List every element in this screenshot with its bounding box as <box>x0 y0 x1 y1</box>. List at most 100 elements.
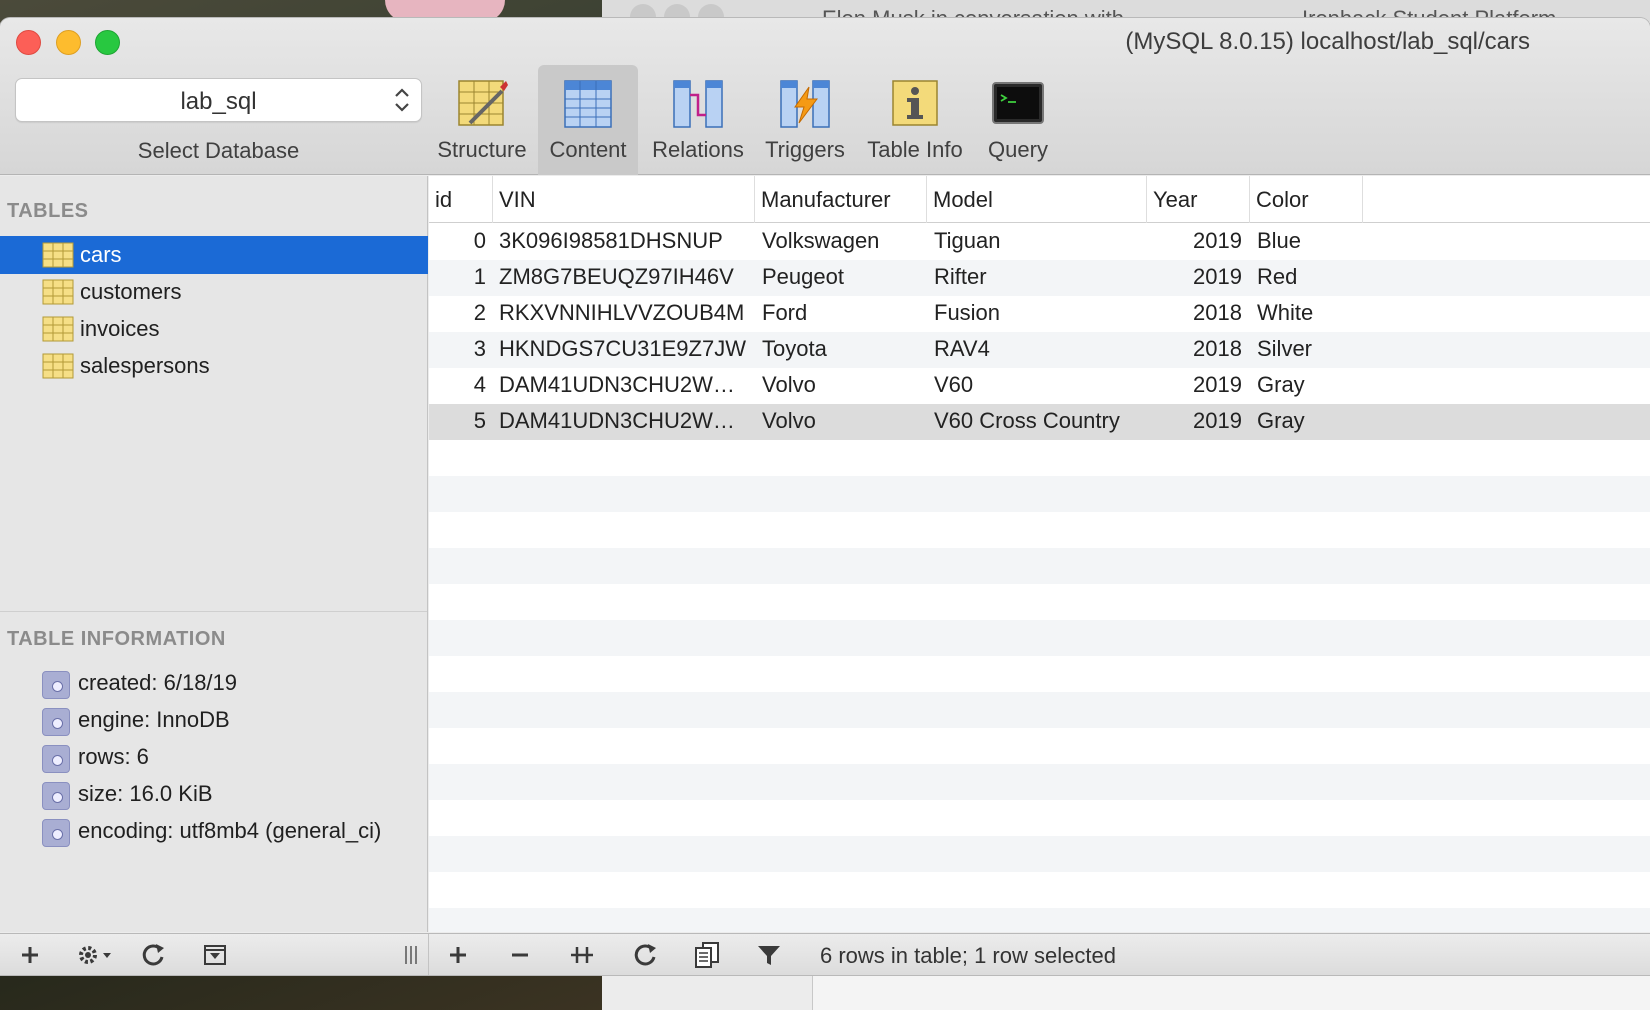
toolbar-structure[interactable]: Structure <box>432 65 532 175</box>
cell-vin[interactable]: 3K096I98581DHSNUP <box>499 228 753 254</box>
cell-id[interactable]: 4 <box>429 372 486 398</box>
table-row[interactable]: 4 DAM41UDN3CHU2W… Volvo V60 2019 Gray <box>429 368 1650 404</box>
sidebar-divider[interactable] <box>0 611 427 612</box>
column-resize-handle[interactable] <box>396 940 426 970</box>
structure-icon <box>458 80 508 126</box>
cell-vin[interactable]: HKNDGS7CU31E9Z7JW <box>499 336 753 362</box>
copy-rows-button[interactable] <box>692 940 722 970</box>
toolbar-content[interactable]: Content <box>538 65 638 175</box>
info-item-engine: engine: InnoDB <box>0 701 428 739</box>
column-header-manufacturer[interactable]: Manufacturer <box>755 176 927 223</box>
cell-id[interactable]: 0 <box>429 228 486 254</box>
cell-manufacturer[interactable]: Volvo <box>762 408 924 434</box>
table-row[interactable]: 2 RKXVNNIHLVVZOUB4M Ford Fusion 2018 Whi… <box>429 296 1650 332</box>
table-row[interactable]: 1 ZM8G7BEUQZ97IH46V Peugeot Rifter 2019 … <box>429 260 1650 296</box>
info-icon <box>892 80 938 126</box>
cell-model[interactable]: Tiguan <box>934 228 1144 254</box>
cell-color[interactable]: Gray <box>1257 408 1361 434</box>
cell-manufacturer[interactable]: Volvo <box>762 372 924 398</box>
add-row-button[interactable] <box>443 940 473 970</box>
cell-color[interactable]: White <box>1257 300 1361 326</box>
cell-manufacturer[interactable]: Toyota <box>762 336 924 362</box>
filter-rows-button[interactable] <box>754 940 784 970</box>
table-actions-menu[interactable] <box>75 940 115 970</box>
cell-year[interactable]: 2019 <box>1147 228 1242 254</box>
cell-model[interactable]: Fusion <box>934 300 1144 326</box>
cell-id[interactable]: 3 <box>429 336 486 362</box>
sidebar-item-label: salespersons <box>80 353 210 378</box>
cell-manufacturer[interactable]: Volkswagen <box>762 228 924 254</box>
minimize-button[interactable] <box>56 30 81 55</box>
column-header-vin[interactable]: VIN <box>493 176 755 223</box>
cell-year[interactable]: 2018 <box>1147 300 1242 326</box>
relations-icon <box>673 80 723 128</box>
close-button[interactable] <box>16 30 41 55</box>
plus-icon <box>22 947 38 963</box>
empty-row <box>429 656 1650 692</box>
column-header-color[interactable]: Color <box>1250 176 1363 223</box>
cell-manufacturer[interactable]: Peugeot <box>762 264 924 290</box>
duplicate-row-button[interactable] <box>567 940 597 970</box>
background-window-footer <box>812 975 1650 1010</box>
filter-tables-button[interactable] <box>200 940 230 970</box>
cell-color[interactable]: Gray <box>1257 372 1361 398</box>
toolbar-structure-label: Structure <box>437 137 527 162</box>
info-item-text: size: 16.0 KiB <box>78 781 213 806</box>
empty-row <box>429 728 1650 764</box>
cell-year[interactable]: 2019 <box>1147 264 1242 290</box>
cell-vin[interactable]: DAM41UDN3CHU2W… <box>499 408 753 434</box>
cell-year[interactable]: 2019 <box>1147 372 1242 398</box>
cell-id[interactable]: 2 <box>429 300 486 326</box>
toolbar-query[interactable]: Query <box>974 65 1062 175</box>
table-row-selected[interactable]: 5 DAM41UDN3CHU2W… Volvo V60 Cross Countr… <box>429 404 1650 440</box>
info-bullet-icon <box>42 708 70 736</box>
toolbar-relations[interactable]: Relations <box>644 65 752 175</box>
cell-model[interactable]: V60 Cross Country <box>934 408 1144 434</box>
info-bullet-icon <box>42 745 70 773</box>
cell-vin[interactable]: RKXVNNIHLVVZOUB4M <box>499 300 753 326</box>
copy-icon <box>695 942 719 968</box>
cell-color[interactable]: Blue <box>1257 228 1361 254</box>
table-row[interactable]: 3 HKNDGS7CU31E9Z7JW Toyota RAV4 2018 Sil… <box>429 332 1650 368</box>
table-row[interactable]: 0 3K096I98581DHSNUP Volkswagen Tiguan 20… <box>429 224 1650 260</box>
refresh-icon <box>634 944 656 966</box>
cell-model[interactable]: Rifter <box>934 264 1144 290</box>
refresh-content-button[interactable] <box>630 940 660 970</box>
column-header-year[interactable]: Year <box>1147 176 1250 223</box>
cell-manufacturer[interactable]: Ford <box>762 300 924 326</box>
zoom-button[interactable] <box>95 30 120 55</box>
cell-model[interactable]: RAV4 <box>934 336 1144 362</box>
column-header-id[interactable]: id <box>429 176 493 223</box>
cell-color[interactable]: Silver <box>1257 336 1361 362</box>
empty-row <box>429 800 1650 836</box>
cell-id[interactable]: 5 <box>429 408 486 434</box>
cell-year[interactable]: 2019 <box>1147 408 1242 434</box>
toolbar-triggers[interactable]: Triggers <box>754 65 856 175</box>
empty-row <box>429 440 1650 476</box>
refresh-tables-button[interactable] <box>138 940 168 970</box>
remove-row-button[interactable] <box>505 940 535 970</box>
sidebar-item-customers[interactable]: customers <box>0 273 428 311</box>
sidebar-item-invoices[interactable]: invoices <box>0 310 428 348</box>
info-item-text: engine: InnoDB <box>78 707 230 732</box>
cell-id[interactable]: 1 <box>429 264 486 290</box>
cell-color[interactable]: Red <box>1257 264 1361 290</box>
sidebar-item-cars[interactable]: cars <box>0 236 428 274</box>
empty-row <box>429 620 1650 656</box>
column-header-model[interactable]: Model <box>927 176 1147 223</box>
toolbar-table-info[interactable]: Table Info <box>858 65 972 175</box>
plus-icon <box>450 947 466 963</box>
cell-model[interactable]: V60 <box>934 372 1144 398</box>
database-select-label: Select Database <box>137 138 300 163</box>
bottom-toolbar: 6 rows in table; 1 row selected <box>0 933 1650 975</box>
toolbar-triggers-label: Triggers <box>765 137 845 162</box>
table-information-header: TABLE INFORMATION <box>7 628 226 650</box>
database-select[interactable]: lab_sql <box>15 78 422 122</box>
sidebar-item-salespersons[interactable]: salespersons <box>0 347 428 385</box>
cell-vin[interactable]: ZM8G7BEUQZ97IH46V <box>499 264 753 290</box>
minus-icon <box>512 953 528 957</box>
info-bullet-icon <box>42 782 70 810</box>
cell-year[interactable]: 2018 <box>1147 336 1242 362</box>
cell-vin[interactable]: DAM41UDN3CHU2W… <box>499 372 753 398</box>
add-table-button[interactable] <box>15 940 45 970</box>
